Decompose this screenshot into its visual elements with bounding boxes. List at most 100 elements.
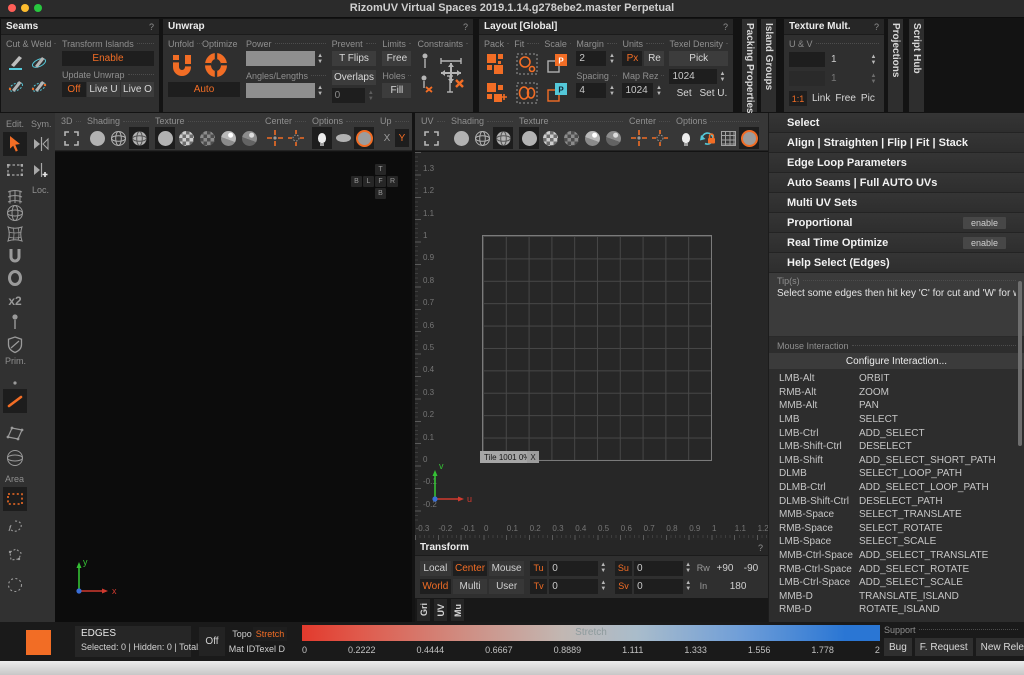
- texture-image-3d-icon[interactable]: [218, 127, 238, 149]
- update-unwrap-off-button[interactable]: Off: [62, 82, 86, 97]
- view-left-button[interactable]: L: [363, 176, 374, 187]
- cut-tool-icon[interactable]: [6, 52, 26, 72]
- up-y-button[interactable]: Y: [395, 129, 409, 147]
- prevent-value-input[interactable]: 0▲▼: [332, 88, 377, 103]
- texture-checker-uv-icon[interactable]: [540, 127, 560, 149]
- protect-tool[interactable]: [3, 333, 27, 357]
- texture-none-3d-icon[interactable]: [155, 127, 175, 149]
- symmetry-local-tool[interactable]: [29, 158, 53, 182]
- layout-help-button[interactable]: ?: [723, 22, 728, 32]
- realtime-enable-button[interactable]: enable: [963, 237, 1006, 249]
- shading-wire-solid-3d-icon[interactable]: [129, 127, 149, 149]
- update-unwrap-live-u-button[interactable]: Live U: [87, 82, 120, 97]
- bug-button[interactable]: Bug: [884, 638, 912, 656]
- tab-mutation[interactable]: Mu: [451, 599, 464, 621]
- pack-icon[interactable]: [484, 51, 509, 77]
- unfold-icon[interactable]: [168, 51, 196, 79]
- edge-color-swatch[interactable]: [26, 630, 51, 655]
- seams-display-uv-icon[interactable]: [739, 127, 759, 149]
- margin-input[interactable]: 2▲▼: [576, 51, 617, 66]
- section-realtime-optimize[interactable]: Real Time Optimizeenable: [769, 233, 1024, 253]
- overlaps-button[interactable]: Overlaps: [332, 70, 377, 85]
- power-input[interactable]: ▲▼: [246, 51, 326, 66]
- optimize-sidebar-tool[interactable]: [3, 266, 27, 290]
- circle-area-tool[interactable]: [3, 573, 27, 597]
- texel-scale-icon[interactable]: P: [544, 51, 571, 77]
- tu-chip[interactable]: Tu: [530, 561, 547, 576]
- fit-selected-icon[interactable]: [514, 80, 539, 106]
- texel-d-button[interactable]: Texel D: [253, 642, 287, 656]
- pic-button[interactable]: Pic: [861, 93, 875, 104]
- texture-checker-dim-3d-icon[interactable]: [197, 127, 217, 149]
- shading-wire-solid-uv-icon[interactable]: [493, 127, 513, 149]
- transform-center-button[interactable]: Center: [453, 561, 488, 576]
- edge-tool[interactable]: [3, 389, 27, 413]
- link-button[interactable]: Link: [812, 93, 830, 104]
- mult-u-input[interactable]: 1 ▲▼: [789, 52, 879, 67]
- transform-mouse-button[interactable]: Mouse: [489, 561, 524, 576]
- units-re-button[interactable]: Re: [644, 51, 664, 66]
- light-3d-icon[interactable]: [312, 127, 332, 149]
- view-bottom-button[interactable]: B: [375, 188, 386, 199]
- t-flips-button[interactable]: T Flips: [332, 51, 377, 66]
- tv-chip[interactable]: Tv: [530, 579, 547, 594]
- transform-local-button[interactable]: Local: [420, 561, 451, 576]
- section-align[interactable]: Align | Straighten | Flip | Fit | Stack: [769, 133, 1024, 153]
- texel-set-button[interactable]: Set: [669, 86, 698, 101]
- pillow-tool[interactable]: [3, 222, 27, 246]
- angles-lengths-input[interactable]: ▲▼: [246, 83, 326, 98]
- pin-tool[interactable]: [3, 310, 27, 334]
- stretch-button[interactable]: Stretch: [253, 627, 287, 641]
- section-multi-uv[interactable]: Multi UV Sets: [769, 193, 1024, 213]
- feature-request-button[interactable]: F. Request: [915, 638, 973, 656]
- texture-checker-3d-icon[interactable]: [176, 127, 196, 149]
- cut-loop-tool-icon[interactable]: [6, 76, 26, 96]
- sv-input[interactable]: 0▲▼: [634, 579, 694, 594]
- spacing-input[interactable]: 4▲▼: [576, 83, 617, 98]
- frame-all-uv-icon[interactable]: [421, 127, 441, 149]
- optimize-icon[interactable]: [202, 51, 230, 79]
- transform-multi-button[interactable]: Multi: [453, 579, 488, 594]
- seams-display-3d-icon[interactable]: [354, 127, 374, 149]
- update-unwrap-live-o-button[interactable]: Live O: [121, 82, 154, 97]
- texture-image-dim-3d-icon[interactable]: [239, 127, 259, 149]
- texture-mult-help-button[interactable]: ?: [874, 22, 879, 32]
- rotate-180-button[interactable]: 180: [713, 579, 763, 594]
- tab-projections[interactable]: Projections: [888, 19, 903, 112]
- transform-world-button[interactable]: World: [420, 579, 451, 594]
- texel-value-input[interactable]: 1024▲▼: [669, 69, 728, 84]
- unwrap-help-button[interactable]: ?: [463, 22, 468, 32]
- section-help-select[interactable]: Help Select (Edges): [769, 253, 1024, 273]
- transform-help-button[interactable]: ?: [758, 543, 763, 553]
- sv-chip[interactable]: Sv: [615, 579, 632, 594]
- rectangle-area-tool[interactable]: [3, 487, 27, 511]
- island-tool[interactable]: [3, 446, 27, 470]
- su-chip[interactable]: Su: [615, 561, 632, 576]
- shading-solid-3d-icon[interactable]: [87, 127, 107, 149]
- tab-script-hub[interactable]: Script Hub: [909, 19, 924, 112]
- texture-none-uv-icon[interactable]: [519, 127, 539, 149]
- seams-help-button[interactable]: ?: [149, 22, 154, 32]
- shading-solid-uv-icon[interactable]: [451, 127, 471, 149]
- holes-fill-button[interactable]: Fill: [382, 83, 411, 98]
- lock-rotation-icon[interactable]: [697, 127, 717, 149]
- tab-uv[interactable]: UV: [434, 599, 447, 621]
- right-panel-scrollbar[interactable]: [1018, 281, 1022, 446]
- new-release-button[interactable]: New Release: [976, 638, 1024, 656]
- configure-interaction-button[interactable]: Configure Interaction...: [769, 353, 1024, 369]
- section-auto-seams[interactable]: Auto Seams | Full AUTO UVs: [769, 173, 1024, 193]
- map-rez-input[interactable]: 1024▲▼: [622, 83, 664, 98]
- texel-scale-pick-icon[interactable]: P: [544, 80, 571, 106]
- weld-tool-icon[interactable]: [29, 52, 49, 72]
- tab-island-groups[interactable]: Island Groups: [761, 19, 776, 112]
- tu-input[interactable]: 0▲▼: [549, 561, 609, 576]
- units-px-button[interactable]: Px: [622, 51, 642, 66]
- lasso-area-tool[interactable]: [3, 515, 27, 539]
- flatten-3d-icon[interactable]: [333, 127, 353, 149]
- limits-free-button[interactable]: Free: [382, 51, 411, 66]
- proportional-enable-button[interactable]: enable: [963, 217, 1006, 229]
- select-tool[interactable]: [3, 132, 27, 156]
- tv-input[interactable]: 0▲▼: [549, 579, 609, 594]
- unwrap-auto-button[interactable]: Auto: [168, 82, 240, 97]
- texture-image-dim-uv-icon[interactable]: [603, 127, 623, 149]
